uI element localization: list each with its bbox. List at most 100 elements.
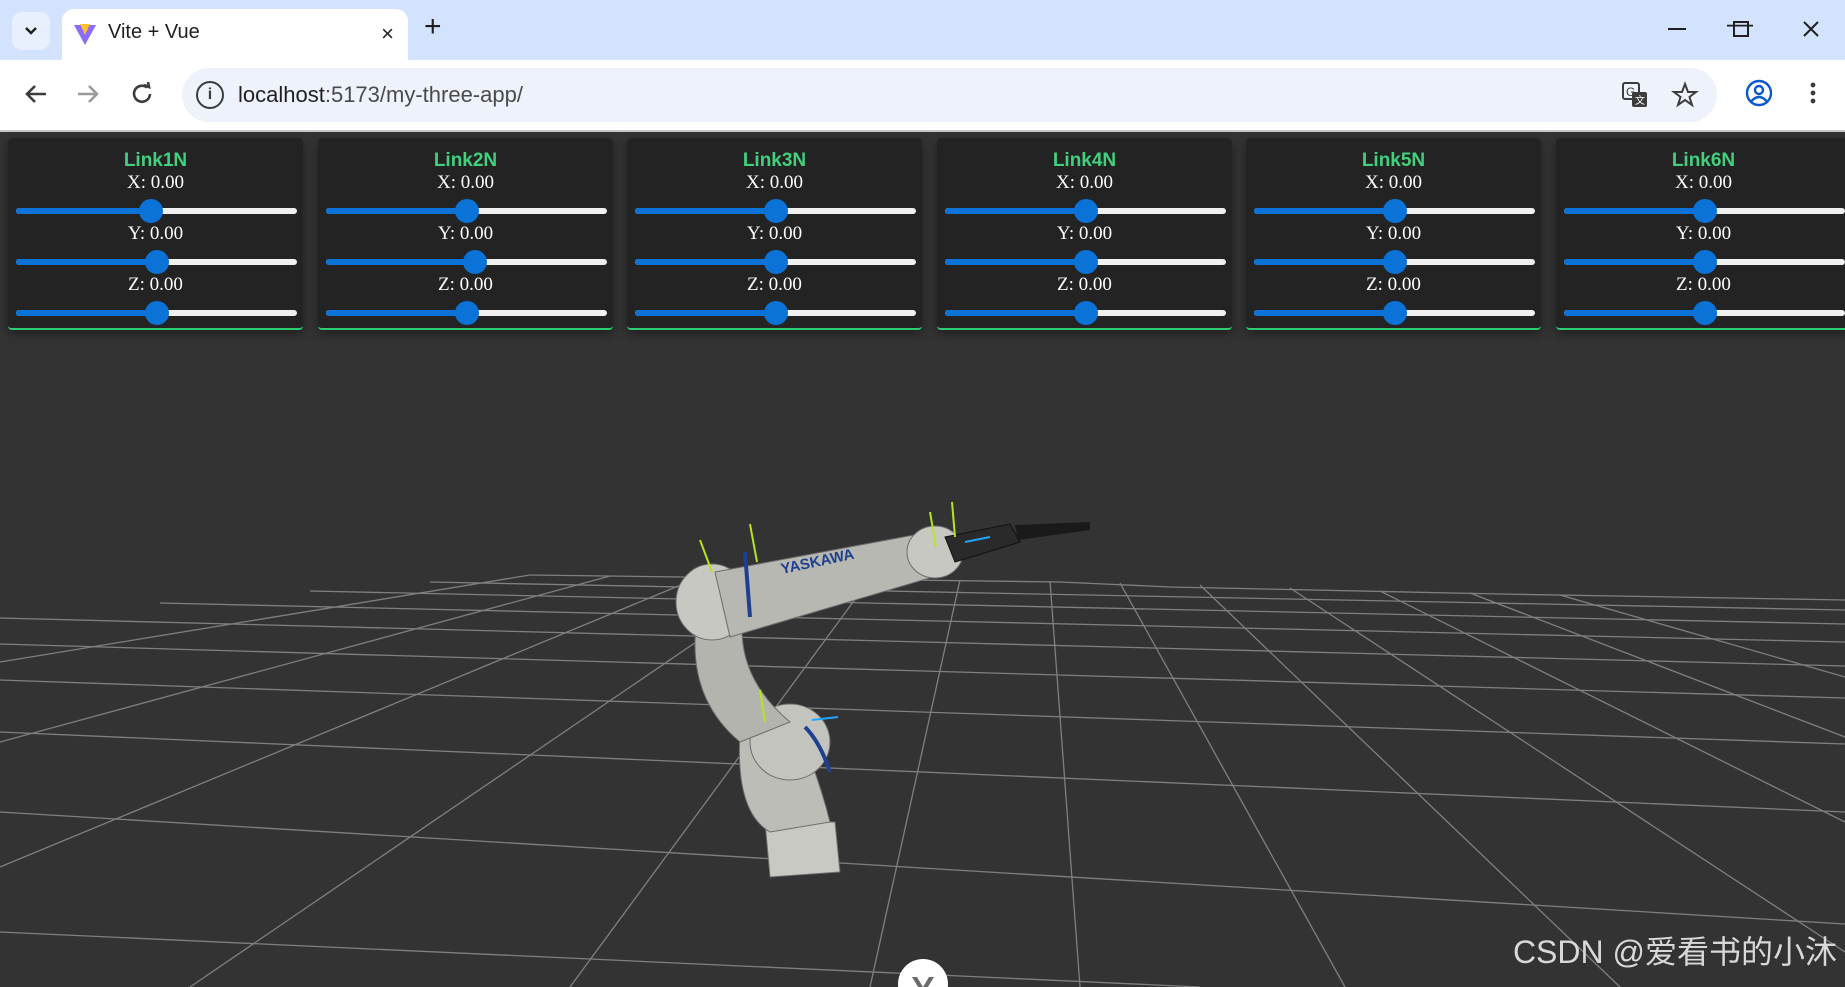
slider-fill [1254,208,1395,214]
slider-fill [326,208,467,214]
axis-y-slider[interactable] [635,250,916,274]
slider-fill [326,259,475,265]
axis-y-label: Y: 0.00 [746,223,803,244]
tab-strip: Vite + Vue × + — [0,0,1845,60]
slider-fill [1564,259,1705,265]
axis-y-label: Y: 0.00 [1675,223,1732,244]
close-window-icon[interactable] [1796,14,1826,44]
slider-fill [635,259,776,265]
axis-y-label: Y: 0.00 [1056,223,1113,244]
slider-fill [326,310,467,316]
slider-thumb[interactable] [1692,301,1717,325]
browser-chrome: Vite + Vue × + — i localhost:5173/my-thr… [0,0,1845,132]
slider-fill [16,310,157,316]
slider-thumb[interactable] [763,250,788,274]
axis-z-slider[interactable] [635,301,916,325]
slider-thumb[interactable] [462,250,487,274]
slider-fill [1564,208,1705,214]
slider-thumb[interactable] [1692,199,1717,223]
profile-icon[interactable] [1742,76,1776,110]
slider-thumb[interactable] [1073,199,1098,223]
panel-title: Link1N [123,150,188,171]
slider-thumb[interactable] [1073,250,1098,274]
close-tab-icon[interactable]: × [381,21,394,47]
axis-x-slider[interactable] [1564,199,1845,223]
vite-logo-icon [74,24,96,45]
axis-x-slider[interactable] [1254,199,1535,223]
slider-thumb[interactable] [454,301,479,325]
vue-devtools-button[interactable] [898,959,948,987]
address-bar[interactable]: i localhost:5173/my-three-app/ G文 [182,68,1717,122]
tab-title: Vite + Vue [108,21,200,43]
reload-icon[interactable] [122,74,162,114]
axis-z-slider[interactable] [1254,301,1535,325]
axis-x-slider[interactable] [326,199,607,223]
axis-x-slider[interactable] [16,199,297,223]
ground-grid [0,574,1845,987]
axis-x-label: X: 0.00 [1056,172,1113,193]
slider-thumb[interactable] [763,301,788,325]
axis-z-slider[interactable] [945,301,1226,325]
axis-y-label: Y: 0.00 [127,223,184,244]
translate-icon[interactable]: G文 [1620,80,1650,110]
slider-thumb[interactable] [144,301,169,325]
axis-z-slider[interactable] [1564,301,1845,325]
axis-z-label: Z: 0.00 [1366,274,1421,295]
forward-icon[interactable] [68,74,108,114]
panel-title: Link6N [1671,150,1736,171]
slider-thumb[interactable] [454,199,479,223]
link-panel: Link1N X: 0.00 Y: 0.00 Z: 0.00 [8,138,303,330]
site-info-icon[interactable]: i [196,81,224,109]
axis-y-slider[interactable] [16,250,297,274]
axis-x-slider[interactable] [635,199,916,223]
slider-thumb[interactable] [1382,199,1407,223]
back-icon[interactable] [16,74,56,114]
new-tab-button[interactable]: + [424,10,442,44]
slider-fill [945,259,1086,265]
slider-thumb[interactable] [138,199,163,223]
panel-title: Link2N [433,150,498,171]
slider-fill [635,208,776,214]
axis-z-label: Z: 0.00 [438,274,493,295]
axis-z-slider[interactable] [326,301,607,325]
axis-y-slider[interactable] [1254,250,1535,274]
axis-z-slider[interactable] [16,301,297,325]
link-panel: Link5N X: 0.00 Y: 0.00 Z: 0.00 [1246,138,1541,330]
slider-thumb[interactable] [144,250,169,274]
tab-active[interactable]: Vite + Vue × [62,9,408,60]
axis-y-slider[interactable] [1564,250,1845,274]
three-viewport[interactable]: YASKAWA Link1N X: 0.00 Y: 0.00 Z: 0.00 Link2… [0,132,1845,987]
axis-z-label: Z: 0.00 [747,274,802,295]
slider-thumb[interactable] [1692,250,1717,274]
slider-thumb[interactable] [1073,301,1098,325]
robot-arm[interactable]: YASKAWA [675,501,1090,878]
axis-x-slider[interactable] [945,199,1226,223]
link-panel: Link3N X: 0.00 Y: 0.00 Z: 0.00 [627,138,922,330]
axis-x-label: X: 0.00 [127,172,184,193]
toolbar: i localhost:5173/my-three-app/ G文 [0,60,1845,130]
star-icon[interactable] [1670,80,1700,110]
tab-search-button[interactable] [12,12,50,50]
link-panel: Link4N X: 0.00 Y: 0.00 Z: 0.00 [937,138,1232,330]
axis-x-label: X: 0.00 [1675,172,1732,193]
slider-fill [16,259,157,265]
chevron-down-icon [25,27,37,35]
axis-x-label: X: 0.00 [437,172,494,193]
slider-thumb[interactable] [1382,301,1407,325]
axis-y-slider[interactable] [326,250,607,274]
axis-z-label: Z: 0.00 [128,274,183,295]
axis-z-label: Z: 0.00 [1676,274,1731,295]
slider-thumb[interactable] [1382,250,1407,274]
menu-icon[interactable] [1796,76,1830,110]
slider-thumb[interactable] [763,199,788,223]
maximize-window-icon[interactable] [1726,14,1756,44]
minimize-window-icon[interactable] [1662,14,1692,44]
watermark: CSDN @爱看书的小沐 [1512,934,1837,970]
slider-fill [16,208,151,214]
slider-fill [945,208,1086,214]
slider-fill [1254,259,1395,265]
slider-fill [1564,310,1705,316]
axis-y-slider[interactable] [945,250,1226,274]
axis-y-label: Y: 0.00 [1365,223,1422,244]
slider-fill [635,310,776,316]
